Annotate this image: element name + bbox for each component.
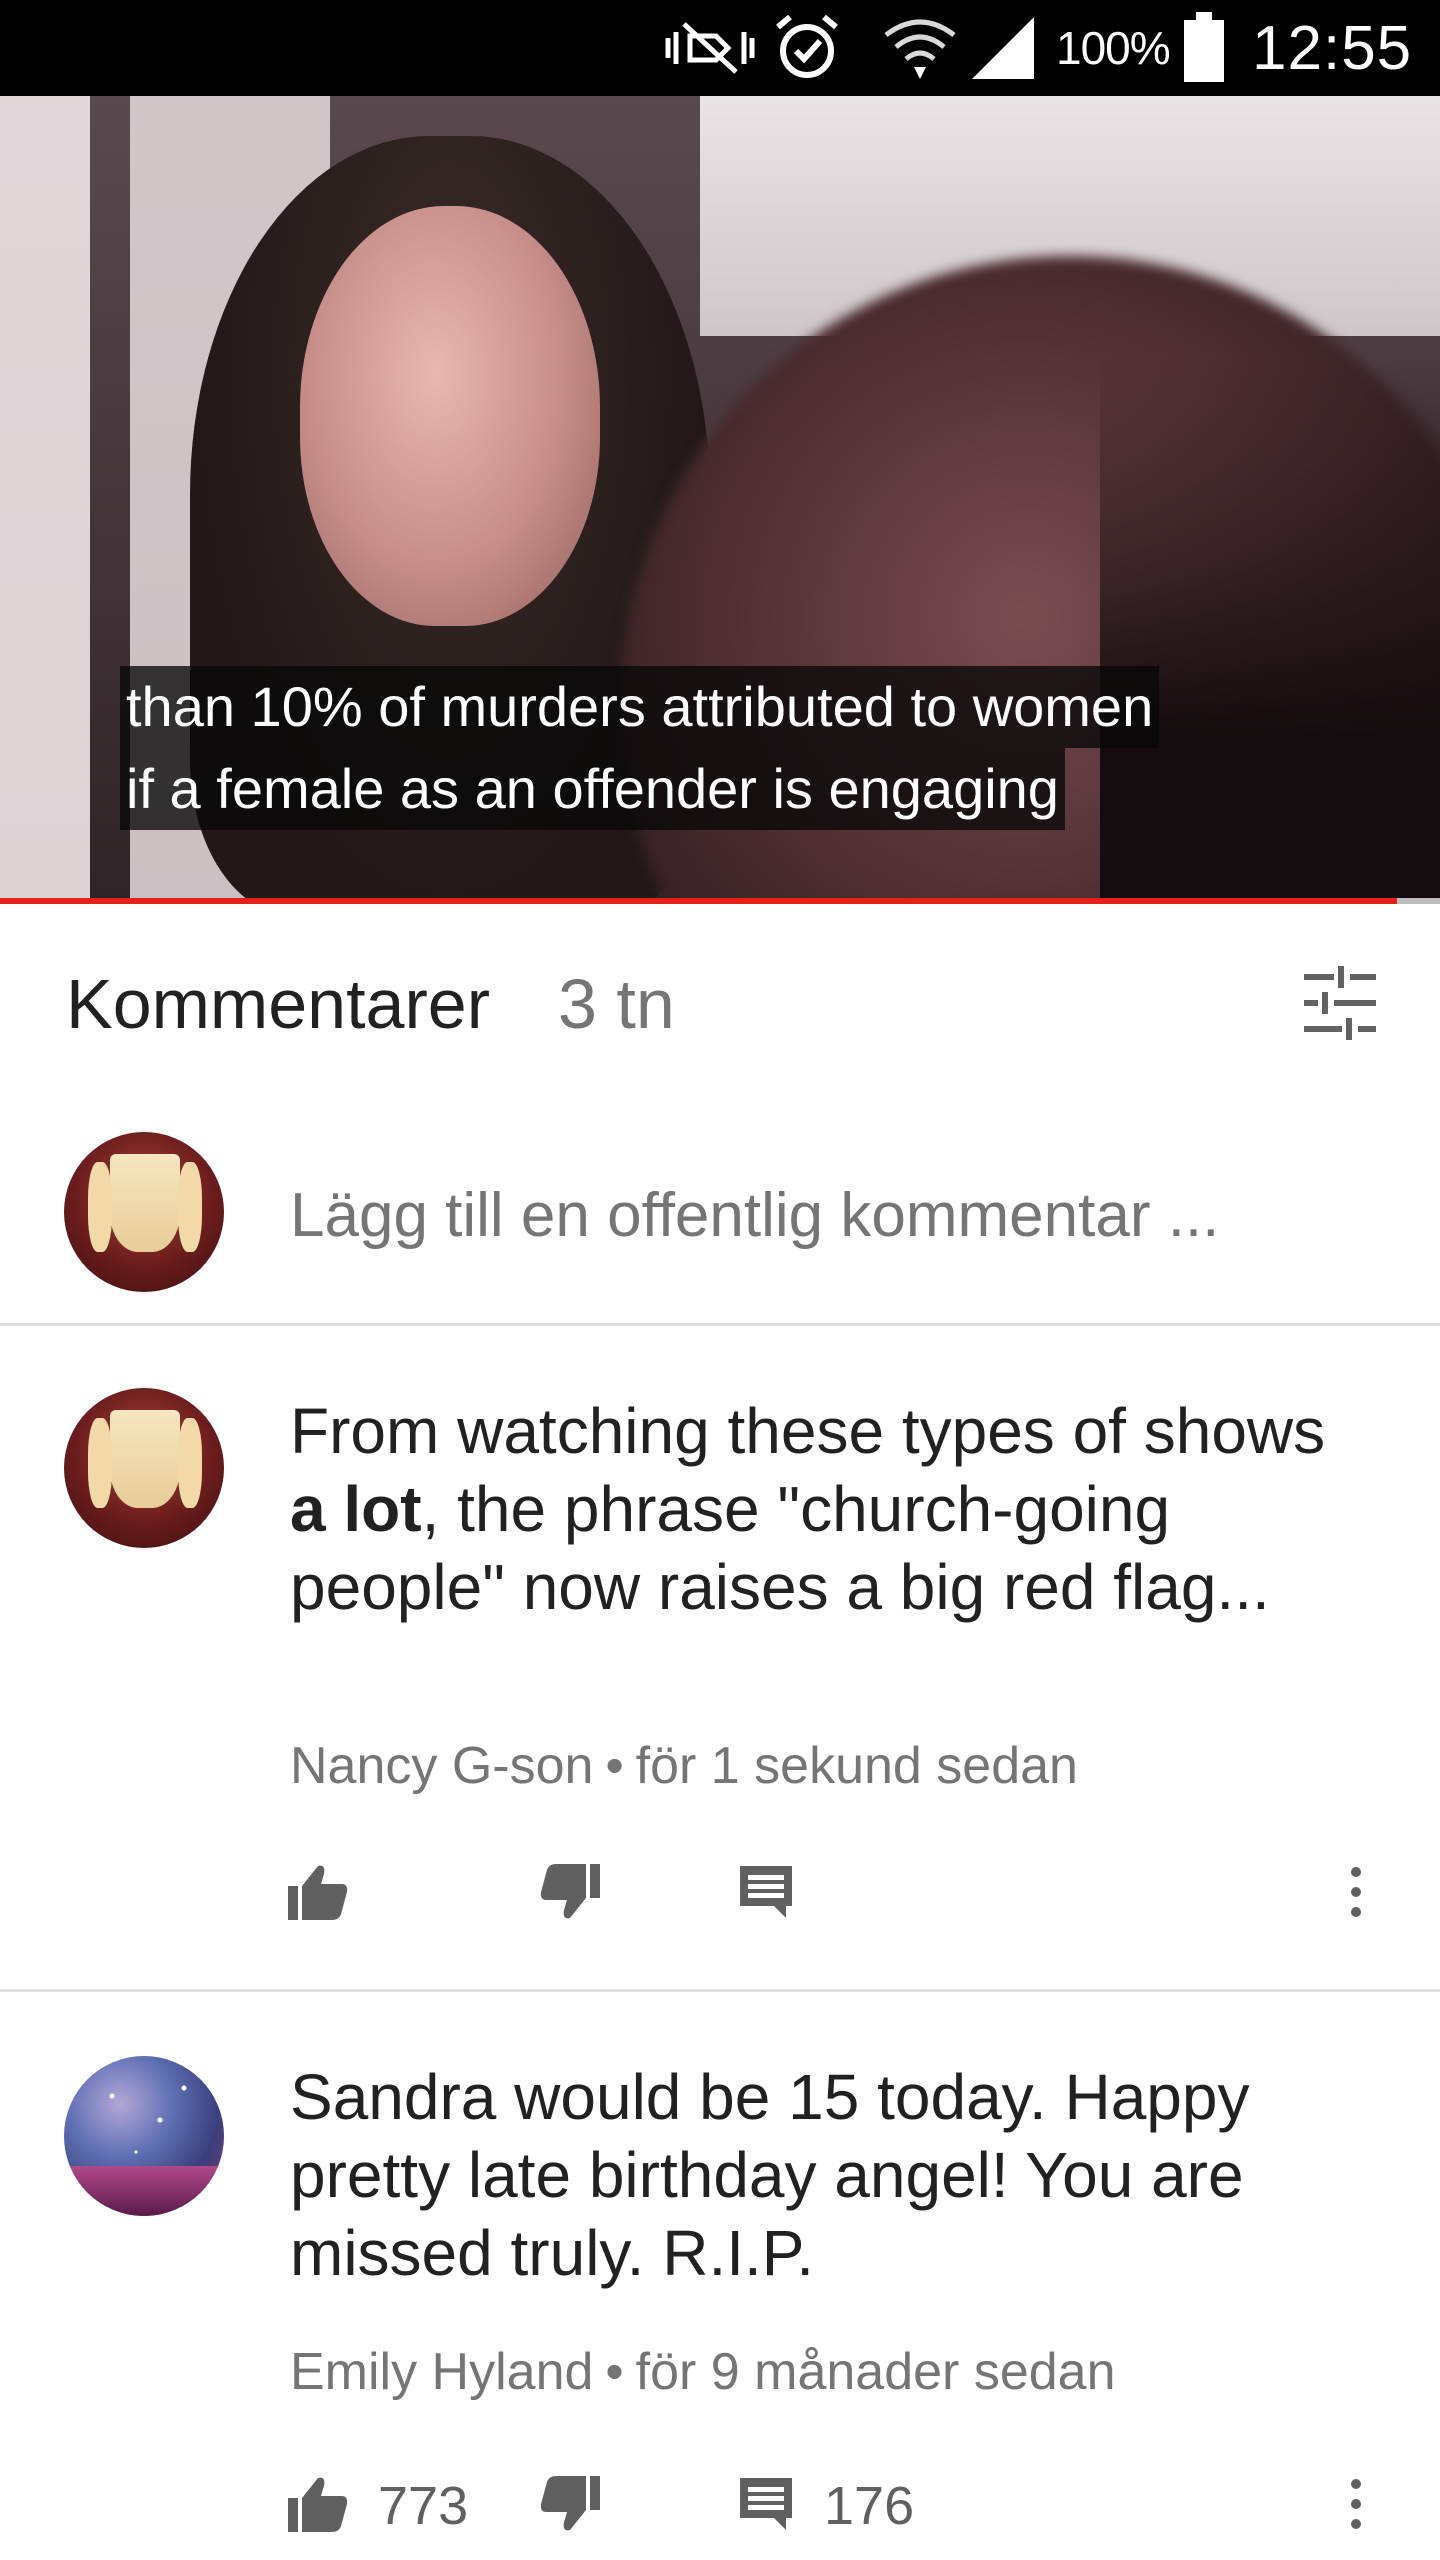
comment-actions [0, 1844, 1440, 1944]
comment-text: Sandra would be 15 today. Happy pretty l… [290, 2061, 1250, 2289]
comment-time: för 9 månader sedan [635, 2343, 1116, 2401]
avatar[interactable] [64, 1388, 224, 1548]
like-count: 773 [378, 2476, 469, 2536]
thumb-up-icon [286, 2474, 350, 2539]
thumb-down-icon [538, 2474, 602, 2539]
dislike-button[interactable] [538, 2456, 602, 2556]
sort-filter-icon[interactable] [1300, 964, 1380, 1044]
more-vertical-icon [1346, 1862, 1366, 1927]
like-button[interactable]: 773 [286, 2456, 468, 2556]
signal-icon [968, 0, 1038, 96]
more-vertical-icon [1346, 2474, 1366, 2539]
reply-count: 176 [824, 2476, 915, 2536]
like-button[interactable] [286, 1844, 350, 1944]
comment-reply-icon [736, 1862, 796, 1927]
caption-line-2: if a female as an offender is engaging [120, 748, 1065, 830]
more-options-button[interactable] [1346, 1844, 1366, 1944]
video-captions: than 10% of murders attributed to women … [120, 666, 1160, 830]
reply-button[interactable] [736, 1844, 796, 1944]
comment-author[interactable]: Emily Hyland [290, 2343, 593, 2401]
comment-text-part: , the phrase "church-going people" now r… [290, 1473, 1270, 1623]
status-bar: 100% 12:55 [0, 0, 1440, 96]
comment-time: för 1 sekund sedan [635, 1737, 1078, 1795]
wifi-icon [880, 0, 960, 96]
comment-text: From watching these types of shows a lot… [290, 1392, 1370, 1626]
caption-line-1: than 10% of murders attributed to women [120, 666, 1160, 748]
video-frame-face [300, 206, 600, 626]
comment-meta: Nancy G-son • för 1 sekund sedan [290, 1736, 1078, 1796]
comment-reply-icon [736, 2474, 796, 2539]
comment-item: From watching these types of shows a lot… [0, 1326, 1440, 1992]
comment-actions: 773 176 [0, 2456, 1440, 2556]
comment-author[interactable]: Nancy G-son [290, 1737, 593, 1795]
more-options-button[interactable] [1346, 2456, 1366, 2556]
thumb-down-icon [538, 1862, 602, 1927]
avatar[interactable] [64, 2056, 224, 2216]
video-player[interactable]: than 10% of murders attributed to women … [0, 96, 1440, 904]
alarm-icon [772, 0, 842, 96]
comment-meta: Emily Hyland • för 9 månader sedan [290, 2342, 1116, 2402]
clock-time: 12:55 [1252, 13, 1413, 83]
add-comment-row[interactable]: Lägg till en offentlig kommentar ... [0, 1104, 1440, 1326]
meta-separator: • [605, 2343, 624, 2401]
comments-count: 3 tn [558, 965, 675, 1043]
meta-separator: • [605, 1737, 624, 1795]
add-comment-input[interactable]: Lägg till en offentlig kommentar ... [290, 1180, 1219, 1251]
avatar [64, 1132, 224, 1292]
comments-title: Kommentarer [66, 965, 491, 1043]
battery-icon [1182, 0, 1226, 96]
reply-button[interactable]: 176 [736, 2456, 914, 2556]
comments-header: Kommentarer 3 tn [0, 904, 1440, 1104]
mute-icon [660, 0, 760, 96]
comment-item: Sandra would be 15 today. Happy pretty l… [0, 1992, 1440, 2560]
comment-text-bold: a lot [290, 1473, 422, 1545]
dislike-button[interactable] [538, 1844, 602, 1944]
battery-percent: 100% [1056, 22, 1171, 74]
thumb-up-icon [286, 1862, 350, 1927]
comment-text-part: From watching these types of shows [290, 1395, 1326, 1467]
